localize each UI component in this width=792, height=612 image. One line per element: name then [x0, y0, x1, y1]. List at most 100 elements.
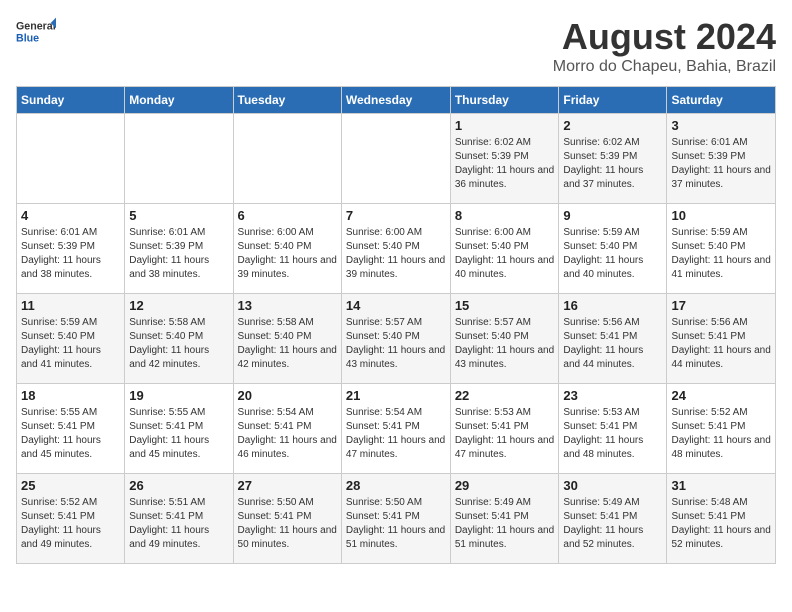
day-info: Sunrise: 5:54 AMSunset: 5:41 PMDaylight:…	[238, 406, 337, 462]
table-row: 6 Sunrise: 6:00 AMSunset: 5:40 PMDaylight…	[233, 204, 341, 294]
table-row: 24Sunrise: 5:52 AMSunset: 5:41 PMDayligh…	[667, 384, 776, 474]
col-monday: Monday	[125, 87, 233, 114]
table-row: 10Sunrise: 5:59 AMSunset: 5:40 PMDayligh…	[667, 204, 776, 294]
day-info: Sunrise: 6:02 AMSunset: 5:39 PMDaylight:…	[455, 136, 555, 192]
day-info: Sunrise: 6:01 AMSunset: 5:39 PMDaylight:…	[21, 226, 120, 282]
table-row	[125, 114, 233, 204]
table-row: 14Sunrise: 5:57 AMSunset: 5:40 PMDayligh…	[341, 294, 450, 384]
table-row: 9 Sunrise: 5:59 AMSunset: 5:40 PMDaylight…	[559, 204, 667, 294]
col-wednesday: Wednesday	[341, 87, 450, 114]
col-tuesday: Tuesday	[233, 87, 341, 114]
day-number: 15	[455, 298, 555, 313]
day-number: 6	[238, 208, 337, 223]
table-row: 30Sunrise: 5:49 AMSunset: 5:41 PMDayligh…	[559, 474, 667, 564]
day-number: 1	[455, 118, 555, 133]
day-number: 29	[455, 478, 555, 493]
table-row: 8 Sunrise: 6:00 AMSunset: 5:40 PMDaylight…	[450, 204, 559, 294]
col-sunday: Sunday	[17, 87, 125, 114]
table-row: 22Sunrise: 5:53 AMSunset: 5:41 PMDayligh…	[450, 384, 559, 474]
table-row: 7Sunrise: 6:00 AMSunset: 5:40 PMDaylight…	[341, 204, 450, 294]
table-row: 15 Sunrise: 5:57 AMSunset: 5:40 PMDayligh…	[450, 294, 559, 384]
logo-icon: General Blue	[16, 16, 56, 46]
day-info: Sunrise: 5:49 AMSunset: 5:41 PMDaylight:…	[455, 496, 555, 552]
day-info: Sunrise: 6:00 AMSunset: 5:40 PMDaylight:…	[238, 226, 337, 282]
table-row: 2 Sunrise: 6:02 AMSunset: 5:39 PMDaylight…	[559, 114, 667, 204]
day-number: 2	[563, 118, 662, 133]
day-info: Sunrise: 6:00 AMSunset: 5:40 PMDaylight:…	[455, 226, 555, 282]
day-info: Sunrise: 5:52 AMSunset: 5:41 PMDaylight:…	[21, 496, 120, 552]
day-info: Sunrise: 5:58 AMSunset: 5:40 PMDaylight:…	[129, 316, 228, 372]
day-info: Sunrise: 5:55 AMSunset: 5:41 PMDaylight:…	[21, 406, 120, 462]
calendar-week-row: 25 Sunrise: 5:52 AMSunset: 5:41 PMDayligh…	[17, 474, 776, 564]
day-number: 25	[21, 478, 120, 493]
day-number: 31	[671, 478, 771, 493]
day-number: 18	[21, 388, 120, 403]
table-row: 11 Sunrise: 5:59 AMSunset: 5:40 PMDayligh…	[17, 294, 125, 384]
table-row: 23Sunrise: 5:53 AMSunset: 5:41 PMDayligh…	[559, 384, 667, 474]
logo: General Blue	[16, 16, 56, 46]
day-info: Sunrise: 5:59 AMSunset: 5:40 PMDaylight:…	[563, 226, 662, 282]
calendar-week-row: 1 Sunrise: 6:02 AMSunset: 5:39 PMDaylight…	[17, 114, 776, 204]
day-info: Sunrise: 5:56 AMSunset: 5:41 PMDaylight:…	[563, 316, 662, 372]
day-number: 21	[346, 388, 446, 403]
calendar-header-row: Sunday Monday Tuesday Wednesday Thursday…	[17, 87, 776, 114]
col-friday: Friday	[559, 87, 667, 114]
calendar-week-row: 18 Sunrise: 5:55 AMSunset: 5:41 PMDayligh…	[17, 384, 776, 474]
day-number: 17	[671, 298, 771, 313]
col-saturday: Saturday	[667, 87, 776, 114]
table-row: 20 Sunrise: 5:54 AMSunset: 5:41 PMDayligh…	[233, 384, 341, 474]
day-number: 26	[129, 478, 228, 493]
day-info: Sunrise: 5:50 AMSunset: 5:41 PMDaylight:…	[346, 496, 446, 552]
table-row: 18 Sunrise: 5:55 AMSunset: 5:41 PMDayligh…	[17, 384, 125, 474]
day-info: Sunrise: 5:53 AMSunset: 5:41 PMDaylight:…	[455, 406, 555, 462]
day-number: 10	[671, 208, 771, 223]
day-info: Sunrise: 6:01 AMSunset: 5:39 PMDaylight:…	[671, 136, 771, 192]
day-number: 16	[563, 298, 662, 313]
table-row: 1 Sunrise: 6:02 AMSunset: 5:39 PMDaylight…	[450, 114, 559, 204]
day-info: Sunrise: 5:59 AMSunset: 5:40 PMDaylight:…	[21, 316, 120, 372]
day-number: 11	[21, 298, 120, 313]
calendar-subtitle: Morro do Chapeu, Bahia, Brazil	[553, 58, 776, 76]
day-number: 4	[21, 208, 120, 223]
table-row: 12 Sunrise: 5:58 AMSunset: 5:40 PMDayligh…	[125, 294, 233, 384]
day-info: Sunrise: 5:48 AMSunset: 5:41 PMDaylight:…	[671, 496, 771, 552]
day-info: Sunrise: 5:52 AMSunset: 5:41 PMDaylight:…	[671, 406, 771, 462]
page-header: General Blue August 2024 Morro do Chapeu…	[16, 16, 776, 76]
day-number: 8	[455, 208, 555, 223]
day-number: 13	[238, 298, 337, 313]
day-info: Sunrise: 5:51 AMSunset: 5:41 PMDaylight:…	[129, 496, 228, 552]
day-number: 9	[563, 208, 662, 223]
table-row	[17, 114, 125, 204]
table-row: 3 Sunrise: 6:01 AMSunset: 5:39 PMDaylight…	[667, 114, 776, 204]
day-info: Sunrise: 6:02 AMSunset: 5:39 PMDaylight:…	[563, 136, 662, 192]
day-number: 19	[129, 388, 228, 403]
table-row: 25 Sunrise: 5:52 AMSunset: 5:41 PMDayligh…	[17, 474, 125, 564]
table-row: 5Sunrise: 6:01 AMSunset: 5:39 PMDaylight…	[125, 204, 233, 294]
day-number: 27	[238, 478, 337, 493]
svg-text:General: General	[16, 21, 56, 33]
day-number: 12	[129, 298, 228, 313]
table-row: 27Sunrise: 5:50 AMSunset: 5:41 PMDayligh…	[233, 474, 341, 564]
table-row: 17 Sunrise: 5:56 AMSunset: 5:41 PMDayligh…	[667, 294, 776, 384]
table-row	[341, 114, 450, 204]
svg-text:Blue: Blue	[16, 33, 39, 45]
day-info: Sunrise: 5:56 AMSunset: 5:41 PMDaylight:…	[671, 316, 771, 372]
title-block: August 2024 Morro do Chapeu, Bahia, Braz…	[553, 16, 776, 76]
table-row: 28Sunrise: 5:50 AMSunset: 5:41 PMDayligh…	[341, 474, 450, 564]
day-info: Sunrise: 6:01 AMSunset: 5:39 PMDaylight:…	[129, 226, 228, 282]
table-row: 13Sunrise: 5:58 AMSunset: 5:40 PMDayligh…	[233, 294, 341, 384]
table-row: 31 Sunrise: 5:48 AMSunset: 5:41 PMDayligh…	[667, 474, 776, 564]
day-number: 20	[238, 388, 337, 403]
day-number: 7	[346, 208, 446, 223]
table-row: 29 Sunrise: 5:49 AMSunset: 5:41 PMDayligh…	[450, 474, 559, 564]
day-info: Sunrise: 5:55 AMSunset: 5:41 PMDaylight:…	[129, 406, 228, 462]
table-row: 4 Sunrise: 6:01 AMSunset: 5:39 PMDaylight…	[17, 204, 125, 294]
table-row: 19 Sunrise: 5:55 AMSunset: 5:41 PMDayligh…	[125, 384, 233, 474]
table-row: 26 Sunrise: 5:51 AMSunset: 5:41 PMDayligh…	[125, 474, 233, 564]
day-info: Sunrise: 5:49 AMSunset: 5:41 PMDaylight:…	[563, 496, 662, 552]
calendar-week-row: 4 Sunrise: 6:01 AMSunset: 5:39 PMDaylight…	[17, 204, 776, 294]
day-number: 23	[563, 388, 662, 403]
day-info: Sunrise: 5:57 AMSunset: 5:40 PMDaylight:…	[455, 316, 555, 372]
day-number: 3	[671, 118, 771, 133]
calendar-title: August 2024	[553, 16, 776, 58]
